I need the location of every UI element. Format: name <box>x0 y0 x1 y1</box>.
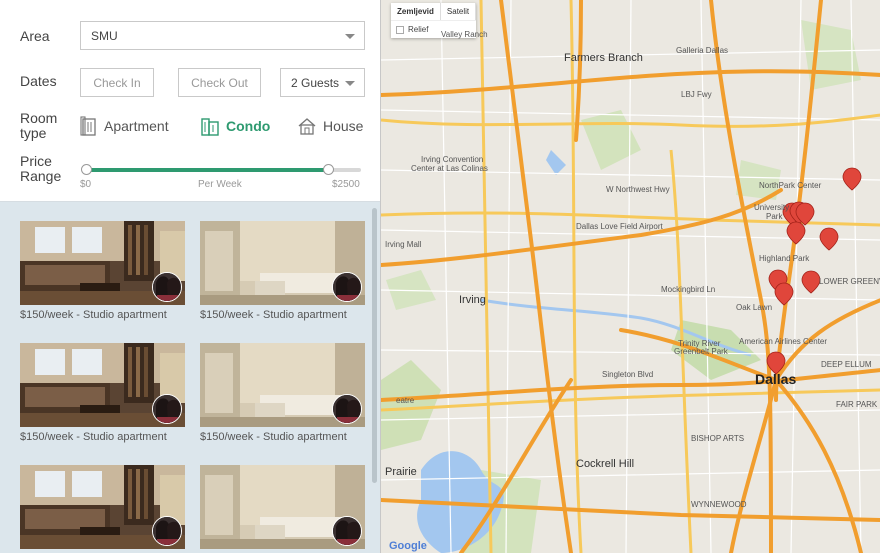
listing-photo[interactable] <box>200 221 365 305</box>
map-label-lower-greenville: LOWER GREENVILLE <box>819 277 880 286</box>
area-label: Area <box>20 28 50 44</box>
search-panel: Area SMU Dates Check In Check Out 2 Gues… <box>0 0 380 553</box>
price-label-line1: Price <box>20 153 52 169</box>
map-label-fair-park: FAIR PARK <box>836 400 878 409</box>
map-label-deep-ellum: DEEP ELLUM <box>821 360 872 369</box>
map-label-lbj: LBJ Fwy <box>681 90 712 99</box>
room-type-condo-label: Condo <box>226 118 271 134</box>
price-range-label: Price Range <box>20 154 61 184</box>
map-label-dallas: Dallas <box>755 371 797 387</box>
room-type-condo[interactable]: Condo <box>200 116 270 136</box>
house-icon <box>298 118 316 135</box>
map-label-university: University <box>754 203 790 212</box>
map-label-irving-conv: Irving Convention <box>421 155 484 164</box>
map-label-valley-ranch: Valley Ranch <box>441 30 488 39</box>
room-type-house-label: House <box>323 118 364 134</box>
host-avatar <box>332 394 362 424</box>
map-view[interactable]: Zemljevid Satelit Relief Farmers Branch … <box>380 0 880 553</box>
map-label-farmers-branch: Farmers Branch <box>564 52 643 64</box>
map-label-park: Park <box>766 212 783 221</box>
price-unit-label: Per Week <box>198 179 242 190</box>
price-min-label: $0 <box>80 179 92 190</box>
guests-select-value: 2 Guests <box>291 75 340 90</box>
map-type-map-tab[interactable]: Zemljevid <box>391 3 441 20</box>
area-select-value: SMU <box>91 28 118 43</box>
listing-card[interactable]: $150/week - Studio apartment <box>20 343 185 443</box>
listing-caption: $150/week - Studio apartment <box>200 309 347 321</box>
check-out-input[interactable]: Check Out <box>178 68 261 97</box>
price-max-handle[interactable] <box>323 164 334 175</box>
guests-select[interactable]: 2 Guests <box>280 68 365 97</box>
host-avatar <box>332 516 362 546</box>
dates-label: Dates <box>20 73 57 89</box>
listing-photo[interactable] <box>20 221 185 305</box>
listing-scrollbar[interactable] <box>372 208 377 483</box>
listing-photo[interactable] <box>20 465 185 549</box>
map-label-prairie: Prairie <box>385 466 417 478</box>
map-label-singleton: Singleton Blvd <box>602 370 654 379</box>
google-logo: Google <box>389 540 427 552</box>
filters-section: Area SMU Dates Check In Check Out 2 Gues… <box>0 0 380 202</box>
price-label-line2: Range <box>20 168 62 184</box>
room-type-label: Room type <box>20 111 57 141</box>
condo-icon <box>201 118 219 136</box>
map-label-oak-lawn: Oak Lawn <box>736 303 773 312</box>
map-type-satellite-tab[interactable]: Satelit <box>441 3 477 20</box>
relief-label: Relief <box>408 25 429 34</box>
listing-photo[interactable] <box>200 465 365 549</box>
map-label-aac: American Airlines Center <box>739 337 828 346</box>
room-type-label-line2: type <box>20 125 47 141</box>
listing-caption: $150/week - Studio apartment <box>20 431 167 443</box>
listing-results: $150/week - Studio apartment $150/week - … <box>0 202 380 553</box>
map-label-cockrell: Cockrell Hill <box>576 458 635 470</box>
room-type-house[interactable]: House <box>297 116 363 136</box>
price-slider-fill <box>86 168 328 172</box>
price-slider-track[interactable] <box>86 168 361 172</box>
map-label-mockingbird: Mockingbird Ln <box>661 285 716 294</box>
map-label-bishop-arts: BISHOP ARTS <box>691 434 745 443</box>
apartment-icon <box>80 116 96 136</box>
map-label-eatre: eatre <box>396 396 415 405</box>
map-label-northwest-hwy: W Northwest Hwy <box>606 185 670 194</box>
listing-photo[interactable] <box>20 343 185 427</box>
host-avatar <box>152 516 182 546</box>
room-type-label-line1: Room <box>20 110 58 126</box>
listing-card[interactable]: $150/week - Studio apartment <box>20 221 185 321</box>
map-label-trinity2: Greenbelt Park <box>674 347 728 356</box>
area-select[interactable]: SMU <box>80 21 365 50</box>
listing-card[interactable]: $150/week - Studio apartment <box>200 221 365 321</box>
price-max-label: $2500 <box>332 179 360 190</box>
map-label-highland-park: Highland Park <box>759 254 810 263</box>
room-type-apartment[interactable]: Apartment <box>80 116 169 136</box>
listing-card[interactable]: $150/week - Studio apartment <box>200 343 365 443</box>
listing-caption: $150/week - Studio apartment <box>200 431 347 443</box>
room-type-apartment-label: Apartment <box>104 118 169 134</box>
map-label-irving: Irving <box>459 294 486 306</box>
price-min-handle[interactable] <box>81 164 92 175</box>
host-avatar <box>152 272 182 302</box>
host-avatar <box>152 394 182 424</box>
listing-card[interactable]: $150/week - Studio apartment <box>20 465 185 553</box>
chevron-down-icon <box>345 80 355 86</box>
chevron-down-icon <box>345 33 355 39</box>
map-canvas <box>381 0 880 553</box>
listing-card[interactable]: $150/week - Studio apartment <box>200 465 365 553</box>
check-in-input[interactable]: Check In <box>80 68 154 97</box>
map-label-northpark: NorthPark Center <box>759 181 822 190</box>
listing-photo[interactable] <box>200 343 365 427</box>
map-label-irving-mall: Irving Mall <box>385 240 422 249</box>
map-label-irving-conv2: Center at Las Colinas <box>411 164 488 173</box>
host-avatar <box>332 272 362 302</box>
map-label-love-field: Dallas Love Field Airport <box>576 222 663 231</box>
listing-caption: $150/week - Studio apartment <box>20 309 167 321</box>
map-label-galleria: Galleria Dallas <box>676 46 729 55</box>
relief-checkbox[interactable] <box>396 25 404 34</box>
map-label-wynnewood: WYNNEWOOD <box>691 500 747 509</box>
